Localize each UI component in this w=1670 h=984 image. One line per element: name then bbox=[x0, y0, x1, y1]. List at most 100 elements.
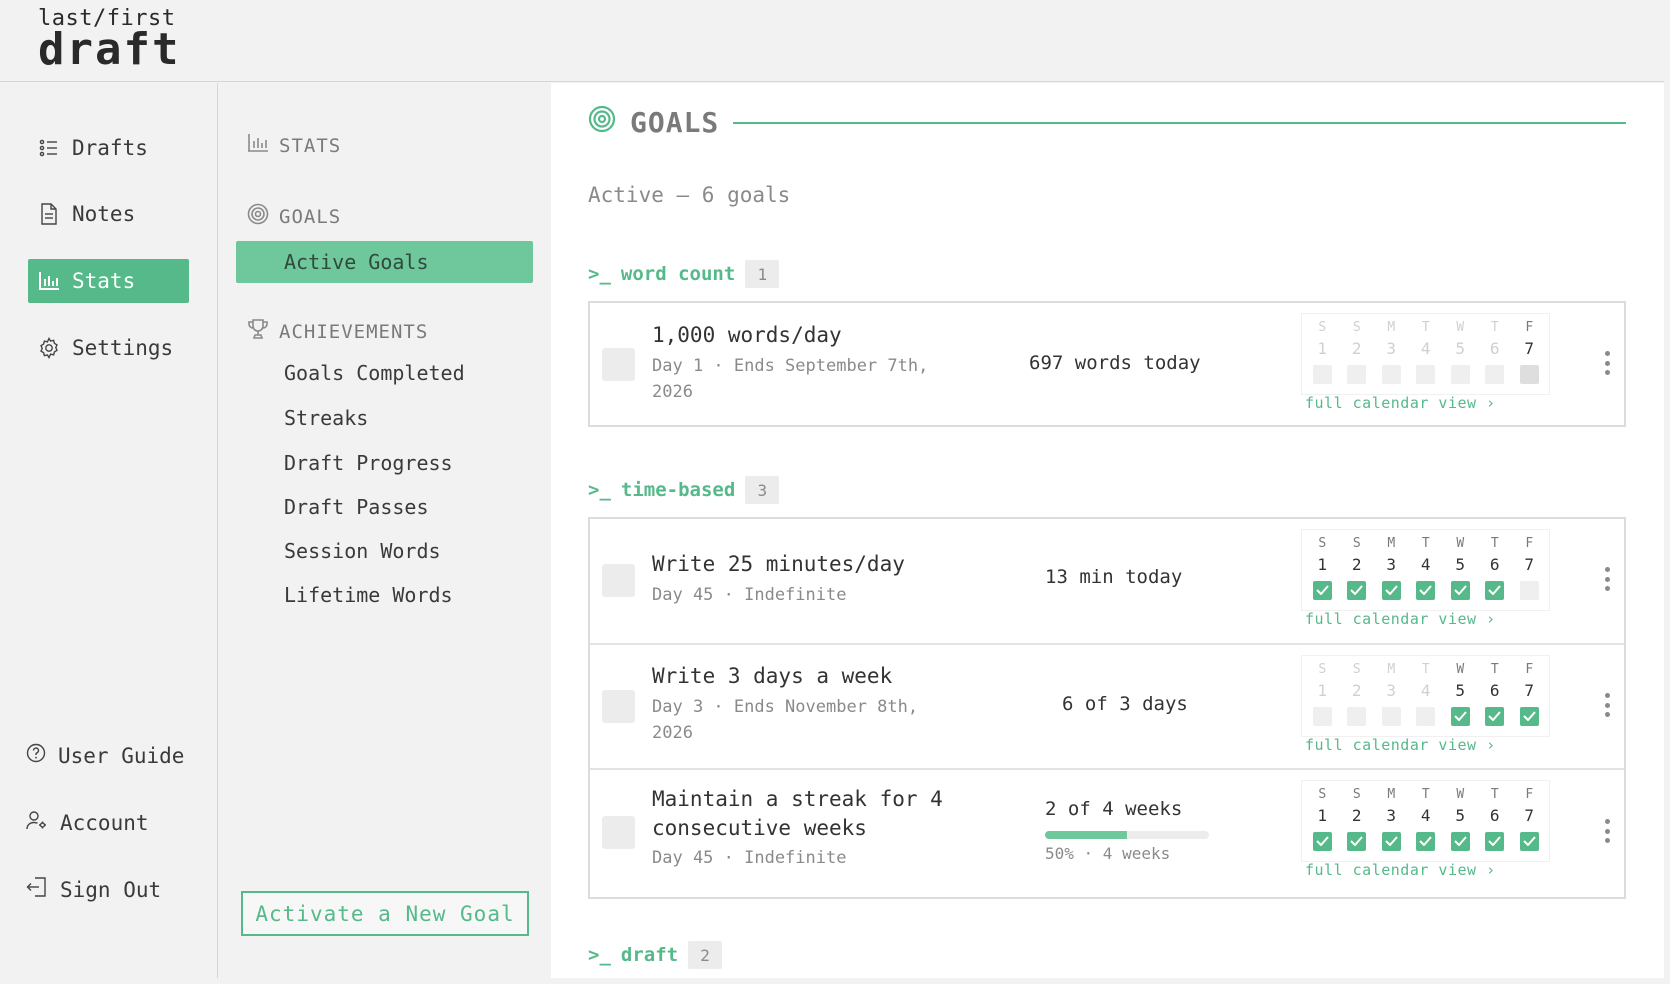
day-name: M bbox=[1387, 320, 1396, 335]
day-name: W bbox=[1456, 662, 1465, 677]
check-icon bbox=[1450, 831, 1470, 851]
subnav-stats-label: STATS bbox=[279, 134, 342, 157]
goal-group-time-based: Write 25 minutes/day Day 45 · Indefinite… bbox=[588, 517, 1626, 899]
day-number: 3 bbox=[1386, 806, 1397, 825]
subnav-session-words[interactable]: Session Words bbox=[284, 539, 441, 563]
day-number: 7 bbox=[1524, 555, 1535, 574]
check-icon bbox=[1381, 831, 1401, 851]
nav-label: User Guide bbox=[58, 743, 185, 768]
day-name: T bbox=[1490, 536, 1499, 551]
check-icon bbox=[1347, 580, 1367, 600]
nav-item-sign-out[interactable]: Sign Out bbox=[26, 877, 161, 902]
category-name: draft bbox=[620, 944, 679, 966]
goal-row: 1,000 words/day Day 1 · Ends September 7… bbox=[590, 303, 1624, 429]
calendar-day-numbers: 1 2 3 4 5 6 7 bbox=[1302, 339, 1549, 363]
bar-chart-icon bbox=[38, 270, 60, 292]
more-options-icon[interactable] bbox=[1600, 567, 1614, 591]
nav-label: Account bbox=[60, 810, 149, 835]
more-options-icon[interactable] bbox=[1600, 351, 1614, 375]
subnav-goals-label: GOALS bbox=[279, 205, 342, 228]
day-number: 4 bbox=[1420, 681, 1431, 700]
goal-checkbox[interactable] bbox=[602, 564, 635, 597]
subnav-goals-header[interactable]: GOALS bbox=[247, 203, 341, 230]
day-name: T bbox=[1490, 787, 1499, 802]
goal-meta: Day 3 · Ends November 8th, 2026 bbox=[652, 697, 919, 743]
progress-bar-fill bbox=[1045, 831, 1127, 839]
goal-checkbox[interactable] bbox=[602, 348, 635, 381]
terminal-prompt: >_ bbox=[588, 263, 611, 285]
week-calendar: S S M T W T F 1 2 3 4 5 6 7 bbox=[1301, 529, 1550, 611]
day-name: M bbox=[1387, 787, 1396, 802]
check-icon bbox=[1416, 831, 1436, 851]
nav-label: Settings bbox=[72, 336, 174, 360]
terminal-prompt: >_ bbox=[588, 479, 611, 501]
document-icon bbox=[38, 203, 60, 225]
goal-group-word-count: 1,000 words/day Day 1 · Ends September 7… bbox=[588, 301, 1626, 427]
day-number: 5 bbox=[1455, 555, 1466, 574]
nav-item-account[interactable]: Account bbox=[26, 810, 149, 835]
day-number: 1 bbox=[1317, 339, 1328, 358]
calendar-boxes bbox=[1302, 363, 1549, 385]
page-title: GOALS bbox=[588, 105, 719, 140]
subnav-achievements-header[interactable]: ACHIEVEMENTS bbox=[247, 318, 428, 345]
subnav-stats-header[interactable]: STATS bbox=[247, 133, 341, 158]
category-name: word count bbox=[620, 263, 736, 285]
day-name: S bbox=[1318, 536, 1327, 551]
goal-row: Write 25 minutes/day Day 45 · Indefinite… bbox=[590, 519, 1624, 645]
day-name: F bbox=[1525, 320, 1534, 335]
more-options-icon[interactable] bbox=[1600, 819, 1614, 843]
full-calendar-link[interactable]: full calendar view › bbox=[1305, 861, 1496, 879]
full-calendar-link[interactable]: full calendar view › bbox=[1305, 394, 1496, 412]
nav-item-stats[interactable]: Stats bbox=[28, 259, 189, 303]
subnav-streaks[interactable]: Streaks bbox=[284, 406, 368, 430]
check-icon bbox=[1519, 831, 1539, 851]
nav-item-settings[interactable]: Settings bbox=[28, 326, 189, 370]
day-name: S bbox=[1352, 787, 1361, 802]
day-number: 4 bbox=[1420, 555, 1431, 574]
day-number: 7 bbox=[1524, 339, 1535, 358]
category-header-word-count: >_ word count 1 bbox=[588, 260, 780, 288]
goal-name: 1,000 words/day bbox=[652, 323, 842, 347]
nav-label: Stats bbox=[72, 269, 136, 293]
title-divider bbox=[733, 122, 1626, 124]
day-number: 2 bbox=[1351, 681, 1362, 700]
day-number: 5 bbox=[1455, 339, 1466, 358]
progress-bar-label: 50% · 4 weeks bbox=[1045, 844, 1171, 863]
subnav-goals-completed[interactable]: Goals Completed bbox=[284, 361, 465, 385]
day-number: 5 bbox=[1455, 806, 1466, 825]
full-calendar-link[interactable]: full calendar view › bbox=[1305, 736, 1496, 754]
activate-new-goal-button[interactable]: Activate a New Goal bbox=[241, 891, 529, 936]
goal-checkbox[interactable] bbox=[602, 816, 635, 849]
trophy-icon bbox=[247, 318, 269, 345]
nav-item-drafts[interactable]: Drafts bbox=[28, 126, 189, 170]
subnav-active-goals[interactable]: Active Goals bbox=[236, 241, 533, 283]
goal-progress: 13 min today bbox=[1045, 566, 1183, 588]
check-icon bbox=[1312, 580, 1332, 600]
subnav-draft-progress[interactable]: Draft Progress bbox=[284, 451, 453, 475]
nav-label: Sign Out bbox=[60, 877, 162, 902]
day-name: F bbox=[1525, 662, 1534, 677]
page-title-text: GOALS bbox=[630, 106, 720, 139]
stats-subnav: STATS GOALS Active Goals ACHIEVEMENTS Go… bbox=[219, 83, 551, 978]
subnav-lifetime-words[interactable]: Lifetime Words bbox=[284, 583, 453, 607]
day-name: F bbox=[1525, 787, 1534, 802]
app-logo[interactable]: last/first draft bbox=[38, 8, 180, 72]
full-calendar-link[interactable]: full calendar view › bbox=[1305, 610, 1496, 628]
goal-progress: 6 of 3 days bbox=[1062, 693, 1188, 715]
nav-item-notes[interactable]: Notes bbox=[28, 192, 189, 236]
day-name: T bbox=[1421, 787, 1430, 802]
more-options-icon[interactable] bbox=[1600, 693, 1614, 717]
day-number: 2 bbox=[1351, 339, 1362, 358]
nav-item-user-guide[interactable]: User Guide bbox=[26, 743, 184, 768]
goal-meta: Day 45 · Indefinite bbox=[652, 848, 847, 868]
day-number: 1 bbox=[1317, 806, 1328, 825]
day-number: 3 bbox=[1386, 555, 1397, 574]
goal-name: Write 25 minutes/day bbox=[652, 552, 905, 576]
day-name: S bbox=[1318, 787, 1327, 802]
check-icon bbox=[1450, 580, 1470, 600]
subnav-draft-passes[interactable]: Draft Passes bbox=[284, 495, 429, 519]
goal-checkbox[interactable] bbox=[602, 690, 635, 723]
nav-label: Drafts bbox=[72, 136, 148, 160]
user-gear-icon bbox=[26, 810, 48, 835]
nav-label: Notes bbox=[72, 202, 136, 226]
